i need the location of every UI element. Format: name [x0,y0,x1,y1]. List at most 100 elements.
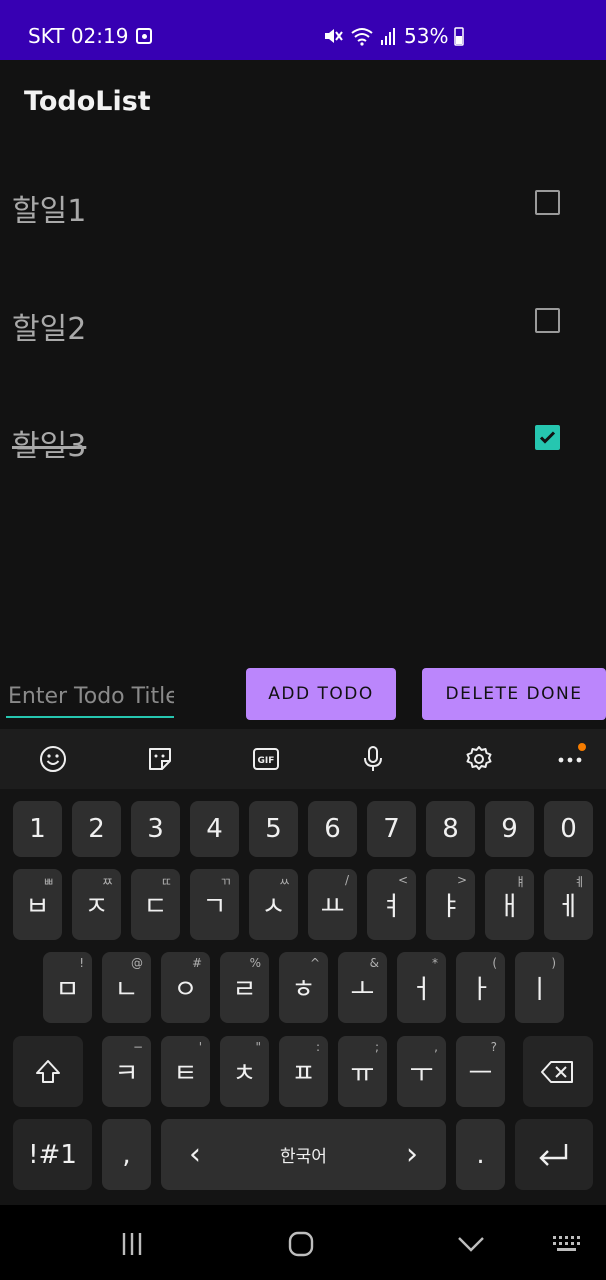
key-u[interactable]: ,ㅜ [397,1036,446,1107]
key-eo[interactable]: * ㅓ [397,952,446,1023]
key-mieum[interactable]: ! ㅁ [43,952,92,1023]
todo-checkbox[interactable] [535,190,560,215]
key-alt: ㅉ [101,875,113,889]
todo-label: 할일2 [12,312,87,347]
key-kieuk[interactable]: − ㅋ [102,1036,151,1107]
todo-checkbox[interactable] [535,425,560,450]
key-1[interactable]: 1 [13,801,62,857]
key-pieup[interactable]: :ㅍ [279,1036,328,1107]
settings-icon[interactable] [463,743,495,775]
key-alt: ㅖ [573,875,585,889]
todo-checkbox[interactable] [535,308,560,333]
key-alt: ㅃ [42,875,54,889]
key-alt: ㅒ [514,875,526,889]
shift-key[interactable] [13,1036,83,1107]
key-label: ㅋ [114,1059,139,1089]
key-a[interactable]: (ㅏ [456,952,505,1023]
key-alt: ㅆ [278,875,290,889]
todo-title-input[interactable] [6,676,174,718]
key-label: ㅁ [55,975,80,1005]
todo-label: 할일1 [12,194,87,229]
emoji-icon[interactable] [37,743,69,775]
key-4[interactable]: 4 [190,801,239,857]
key-label: ㅌ [173,1059,198,1089]
key-2[interactable]: 2 [72,801,121,857]
key-label: ㅎ [291,975,316,1005]
gif-icon[interactable]: GIF [250,743,282,775]
key-alt: " [255,1040,261,1054]
symbols-key[interactable]: !#1 [13,1119,92,1190]
space-bar[interactable]: ‹ 한국어 › [161,1119,446,1190]
key-alt: ' [198,1040,202,1054]
key-siot[interactable]: ㅆㅅ [249,869,298,940]
key-5[interactable]: 5 [249,801,298,857]
key-yu[interactable]: ; ㅠ [338,1036,387,1107]
sticker-icon[interactable] [144,743,176,775]
key-eu[interactable]: ? ㅡ [456,1036,505,1107]
key-yeo[interactable]: < ㅕ [367,869,416,940]
key-alt: ) [551,956,556,970]
key-giyeok[interactable]: ㄲㄱ [190,869,239,940]
key-digeut[interactable]: ㄸㄷ [131,869,180,940]
key-alt: ! [79,956,84,970]
key-label: ㅗ [350,975,375,1005]
period-key[interactable]: . [456,1119,505,1190]
key-ieung[interactable]: # ㅇ [161,952,210,1023]
screen-record-icon [136,28,153,44]
key-label: ㅈ [84,892,109,922]
key-ya[interactable]: > ㅑ [426,869,475,940]
key-alt: @ [131,956,143,970]
language-label: 한국어 [280,1147,327,1167]
key-hieut[interactable]: ^ ㅎ [279,952,328,1023]
key-chieut[interactable]: " ㅊ [220,1036,269,1107]
todo-item: 할일2 [0,278,606,378]
key-9[interactable]: 9 [485,801,534,857]
key-3[interactable]: 3 [131,801,180,857]
key-label: ㅜ [409,1059,434,1089]
key-alt: ( [492,956,497,970]
wifi-icon [351,28,373,46]
key-ae[interactable]: ㅒㅐ [485,869,534,940]
key-7[interactable]: 7 [367,801,416,857]
key-label: ㅔ [556,892,581,922]
carrier-time: SKT 02:19 [28,24,129,48]
shift-icon [36,1059,60,1083]
key-alt: * [432,956,438,970]
key-alt: − [132,1040,143,1054]
mic-icon[interactable] [357,743,389,775]
backspace-icon [541,1060,573,1083]
delete-done-button[interactable]: DELETE DONE [422,668,606,720]
enter-key[interactable] [515,1119,593,1190]
key-jieut[interactable]: ㅉㅈ [72,869,121,940]
keyboard-switch-icon[interactable] [547,1229,587,1259]
key-alt: % [249,956,261,970]
key-e[interactable]: ㅖㅔ [544,869,593,940]
back-chevron-down-icon[interactable] [451,1229,491,1259]
key-nieun[interactable]: @ ㄴ [102,952,151,1023]
key-tieut[interactable]: ' ㅌ [161,1036,210,1107]
signal-icon [381,28,395,45]
key-6[interactable]: 6 [308,801,357,857]
key-8[interactable]: 8 [426,801,475,857]
todo-item: 할일3 [0,395,606,495]
home-icon[interactable] [281,1229,321,1259]
key-label: ㅇ [173,975,198,1005]
backspace-key[interactable] [523,1036,593,1107]
space-left-arrow: ‹ [189,1137,201,1172]
key-o[interactable]: & ㅗ [338,952,387,1023]
key-bieup[interactable]: ㅃㅂ [13,869,62,940]
key-i[interactable]: ) ㅣ [515,952,564,1023]
add-todo-button[interactable]: ADD TODO [246,668,396,720]
key-rieul[interactable]: % ㄹ [220,952,269,1023]
app-title: TodoList [24,86,151,117]
key-0[interactable]: 0 [544,801,593,857]
key-yo[interactable]: / ㅛ [308,869,357,940]
notification-dot [578,743,586,751]
key-label: ㄴ [114,975,139,1005]
recents-icon[interactable] [112,1229,152,1259]
key-alt: < [397,873,408,887]
key-alt: ? [490,1040,497,1054]
key-alt: : [315,1040,320,1054]
space-right-arrow: › [406,1137,418,1172]
comma-key[interactable]: , [102,1119,151,1190]
